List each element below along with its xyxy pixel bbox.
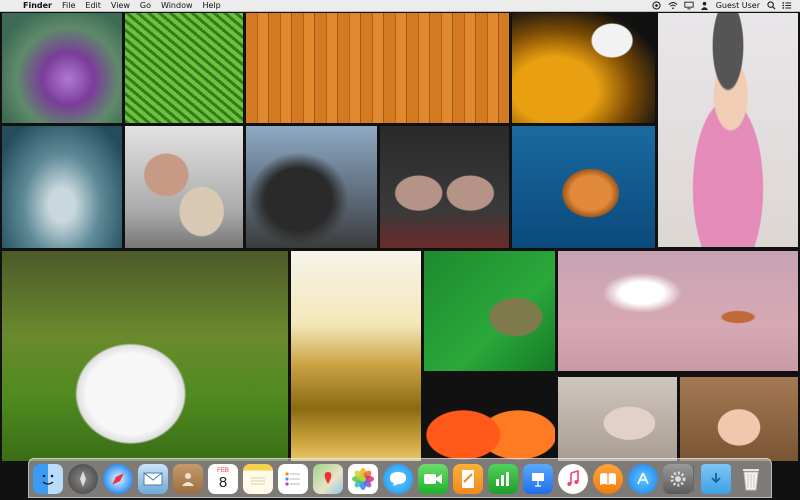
tile-cloudy-sky-teal: [2, 126, 122, 248]
dock-downloads-folder-icon[interactable]: [701, 464, 731, 494]
control-center-icon[interactable]: [652, 1, 662, 11]
dock-launchpad-icon[interactable]: [68, 464, 98, 494]
calendar-day: 8: [218, 474, 228, 491]
dock-mail-icon[interactable]: [138, 464, 168, 494]
tile-dark-storm-clouds: [246, 126, 377, 248]
menu-go[interactable]: Go: [135, 0, 156, 12]
dock-numbers-icon[interactable]: [488, 464, 518, 494]
tile-yellow-capsules: [512, 13, 655, 123]
tile-clay-hands: [558, 377, 677, 461]
notification-center-icon[interactable]: [782, 1, 792, 11]
menu-window[interactable]: Window: [156, 0, 198, 12]
tile-tattooed-hands-rings: [380, 126, 509, 248]
display-icon[interactable]: [684, 1, 694, 11]
menu-view[interactable]: View: [106, 0, 135, 12]
dock-app-store-icon[interactable]: [628, 464, 658, 494]
dock-reminders-icon[interactable]: [278, 464, 308, 494]
menu-extras: Guest User: [652, 1, 800, 11]
dock-safari-icon[interactable]: [103, 464, 133, 494]
menu-help[interactable]: Help: [198, 0, 226, 12]
fast-user-switching-icon[interactable]: [700, 1, 710, 11]
tile-pottery-wheel-hands: [125, 126, 243, 248]
dock-keynote-icon[interactable]: [523, 464, 553, 494]
dock-trash-icon[interactable]: [736, 464, 766, 494]
tile-orange-halves: [424, 374, 555, 461]
dock-facetime-icon[interactable]: [418, 464, 448, 494]
dock-separator: [693, 465, 694, 493]
tile-sea-turtle: [512, 126, 655, 248]
tile-girl-portrait: [680, 377, 798, 461]
wifi-icon[interactable]: [668, 1, 678, 11]
menu-app-finder[interactable]: Finder: [18, 0, 57, 12]
dock-finder-icon[interactable]: [33, 464, 63, 494]
tile-green-fern: [125, 13, 243, 123]
menu-edit[interactable]: Edit: [80, 0, 106, 12]
menu-bar: Finder File Edit View Go Window Help Gue…: [0, 0, 800, 12]
dock-calendar-icon[interactable]: FEB 8: [208, 464, 238, 494]
dock-messages-icon[interactable]: [383, 464, 413, 494]
tile-orange-wood-planks: [246, 13, 509, 123]
tile-purple-cabbage: [2, 13, 122, 123]
menu-file[interactable]: File: [57, 0, 80, 12]
dock-notes-icon[interactable]: [243, 464, 273, 494]
tile-golden-wheat-field: [291, 251, 421, 461]
tile-bird-and-berries: [558, 251, 798, 371]
dock-photos-icon[interactable]: [348, 464, 378, 494]
dock-contacts-icon[interactable]: [173, 464, 203, 494]
dock: FEB 8: [28, 458, 772, 498]
dock-itunes-icon[interactable]: [558, 464, 588, 494]
tile-green-insect-closeup: [424, 251, 555, 371]
tile-girl-in-beret: [658, 13, 798, 247]
dock-pages-icon[interactable]: [453, 464, 483, 494]
user-name[interactable]: Guest User: [716, 1, 760, 10]
dock-maps-icon[interactable]: [313, 464, 343, 494]
dock-ibooks-icon[interactable]: [593, 464, 623, 494]
tile-white-puppy-in-grass: [2, 251, 288, 461]
dock-system-preferences-icon[interactable]: [663, 464, 693, 494]
spotlight-icon[interactable]: [766, 1, 776, 11]
